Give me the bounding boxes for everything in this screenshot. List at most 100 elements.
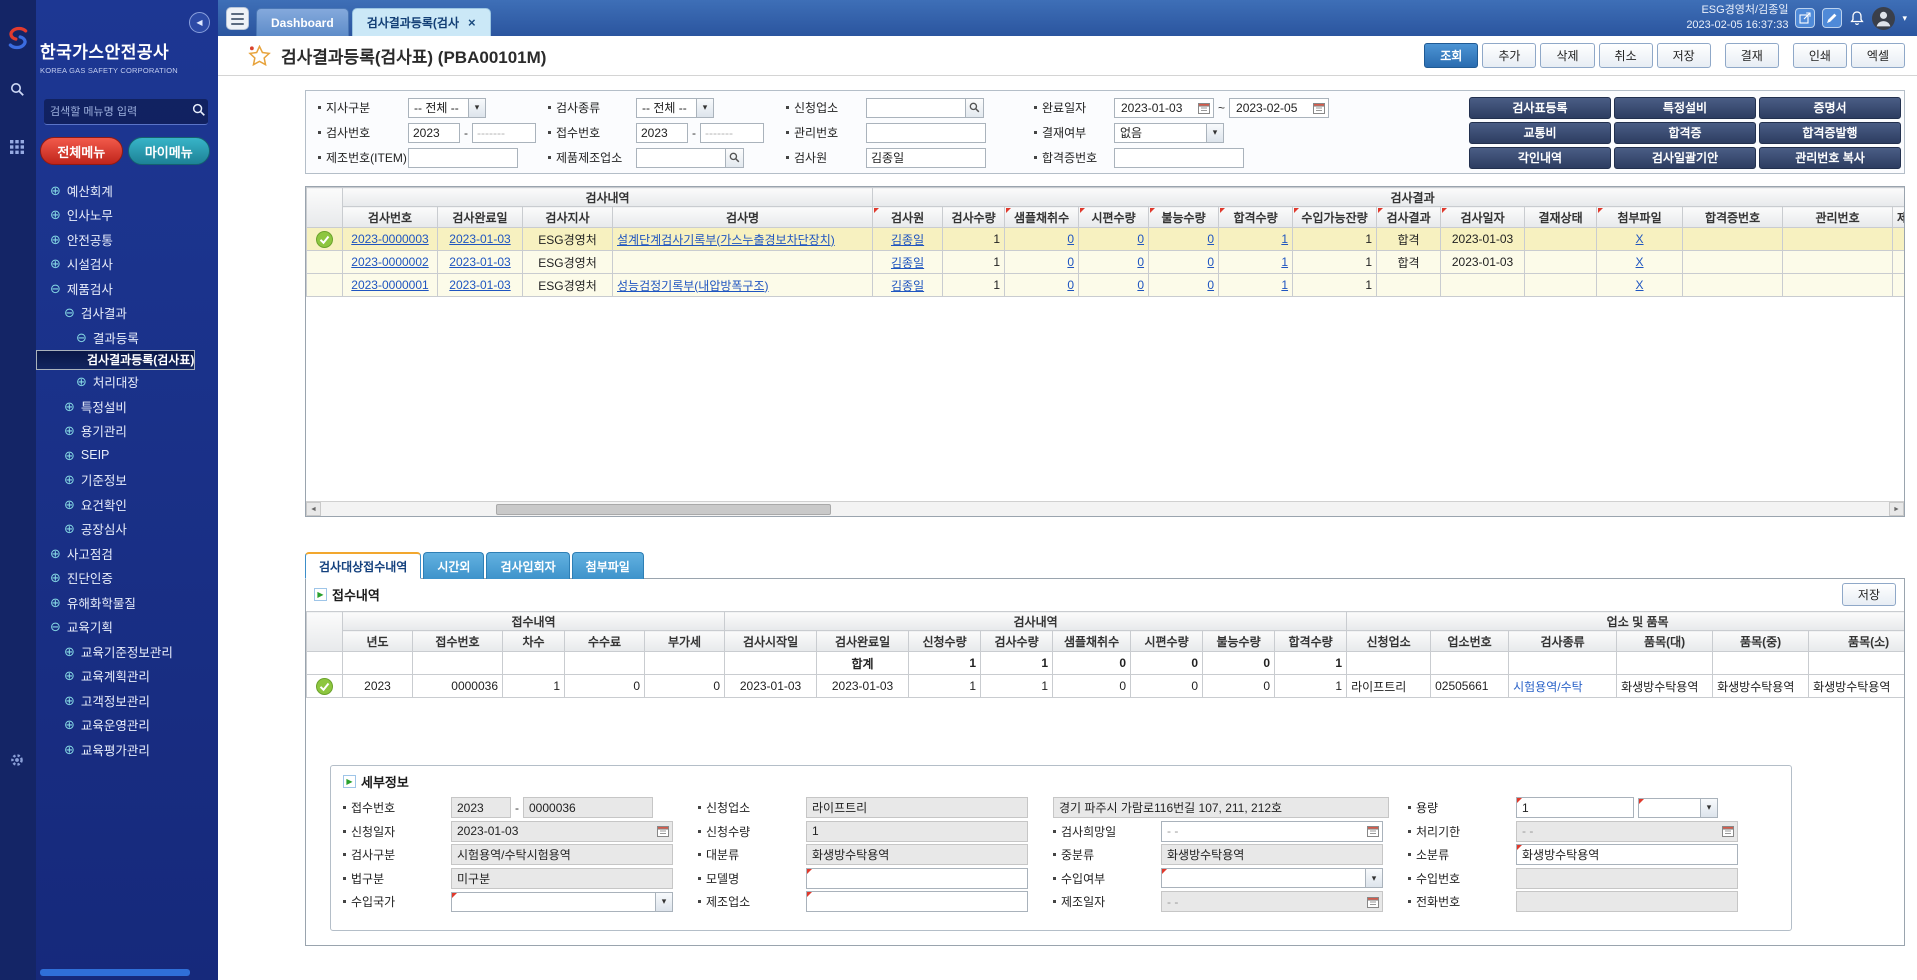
inspection-no-serial-input[interactable]	[472, 123, 536, 143]
manufacturer-input[interactable]	[636, 148, 726, 168]
filter-action-button[interactable]: 관리번호 복사	[1759, 147, 1901, 169]
grid-link[interactable]: 1	[1281, 255, 1288, 269]
save-button[interactable]: 저장	[1657, 43, 1711, 68]
filter-action-button[interactable]: 증명서	[1759, 97, 1901, 119]
column-header[interactable]: 첨부파일	[1597, 207, 1683, 228]
detail-cat-small-input[interactable]: 화생방수탁용역	[1516, 844, 1738, 865]
search-icon[interactable]	[10, 82, 25, 100]
receipt-save-button[interactable]: 저장	[1842, 583, 1896, 606]
column-header[interactable]: 신청수량	[909, 631, 981, 652]
inspection-no-year-input[interactable]	[408, 123, 460, 143]
expand-plus-icon[interactable]: ⊕	[64, 498, 75, 511]
expand-plus-icon[interactable]: ⊕	[50, 257, 61, 270]
grid-link[interactable]: 0	[1137, 278, 1144, 292]
grid-link[interactable]: 0	[1137, 255, 1144, 269]
sidebar-item[interactable]: ⊖제품검사	[36, 276, 218, 301]
sidebar-scrollbar-thumb[interactable]	[40, 969, 190, 976]
favorite-star-icon[interactable]	[248, 45, 271, 66]
sidebar-item[interactable]: ⊕공장심사	[36, 517, 218, 542]
expand-plus-icon[interactable]: ⊕	[76, 375, 87, 388]
grid-link[interactable]: 1	[1281, 232, 1288, 246]
sidebar-item[interactable]: ⊕요건확인	[36, 492, 218, 517]
collapse-minus-icon[interactable]: ⊖	[50, 620, 61, 633]
collapse-minus-icon[interactable]: ⊖	[76, 331, 87, 344]
avatar[interactable]	[1872, 7, 1895, 30]
sidebar-item[interactable]: ⊕교육기준정보관리	[36, 639, 218, 664]
table-row[interactable]: 합계110001	[307, 652, 1905, 675]
column-header[interactable]: 검사결과	[1377, 207, 1441, 228]
sidebar-item[interactable]: ⊕예산회계	[36, 178, 218, 203]
tab-active[interactable]: 검사결과등록(검사×	[352, 8, 491, 36]
column-header[interactable]: 시편수량	[1131, 631, 1203, 652]
sidebar-item[interactable]: ⊕고객정보관리	[36, 688, 218, 713]
sidebar-item[interactable]: ⊕교육계획관리	[36, 664, 218, 689]
expand-plus-icon[interactable]: ⊕	[50, 571, 61, 584]
sidebar-item[interactable]: ⊕기준정보	[36, 468, 218, 493]
collapse-minus-icon[interactable]: ⊖	[50, 282, 61, 295]
sidebar-item[interactable]: ⊖결과등록	[36, 325, 218, 350]
grid-link[interactable]: 김종일	[891, 233, 924, 247]
expand-plus-icon[interactable]: ⊕	[64, 449, 75, 462]
column-header[interactable]: 수수료	[565, 631, 645, 652]
sidebar-item[interactable]: ⊕교육평가관리	[36, 737, 218, 762]
column-header[interactable]: 검사번호	[343, 207, 438, 228]
column-header[interactable]: 불능수량	[1203, 631, 1275, 652]
applicant-input[interactable]	[866, 98, 966, 118]
all-menu-button[interactable]: 전체메뉴	[40, 137, 123, 165]
search-icon[interactable]	[966, 98, 984, 118]
scrollbar-thumb[interactable]	[496, 504, 831, 515]
grid-link[interactable]: 0	[1067, 232, 1074, 246]
column-header[interactable]: 신청업소	[1347, 631, 1431, 652]
row-select-cell[interactable]	[307, 652, 343, 675]
expand-plus-icon[interactable]: ⊕	[50, 596, 61, 609]
open-new-window-icon[interactable]	[1795, 8, 1815, 28]
grid-link[interactable]: 성능검정기록부(내압방폭구조)	[617, 279, 769, 293]
column-header[interactable]: 샘플채취수	[1053, 631, 1131, 652]
grid-link[interactable]: 2023-0000002	[351, 255, 428, 269]
column-header[interactable]: 검사수량	[981, 631, 1053, 652]
column-header[interactable]: 불능수량	[1149, 207, 1219, 228]
expand-plus-icon[interactable]: ⊕	[64, 645, 75, 658]
horizontal-scrollbar[interactable]: ◄ ►	[306, 501, 1904, 516]
column-header[interactable]: 합격증번호	[1683, 207, 1783, 228]
grid-link[interactable]: 0	[1207, 255, 1214, 269]
complete-date-from[interactable]: 2023-01-03	[1114, 98, 1214, 118]
sidebar-collapse-button[interactable]: ◀	[189, 12, 210, 33]
sidebar-item[interactable]: ⊕처리대장	[36, 370, 218, 395]
sidebar-item[interactable]: 검사결과등록(검사표)	[36, 350, 195, 370]
column-header[interactable]: 샘플채취수	[1005, 207, 1079, 228]
sidebar-item[interactable]: ⊕인사노무	[36, 203, 218, 228]
column-header[interactable]: 결재상태	[1525, 207, 1597, 228]
approval-select[interactable]: 없음 ▾	[1114, 123, 1224, 143]
branch-select[interactable]: -- 전체 -- ▾	[408, 98, 486, 118]
row-select-cell[interactable]	[307, 675, 343, 698]
column-header[interactable]: 품목(소)	[1809, 631, 1904, 652]
detail-import-country-select[interactable]: ▾	[451, 892, 673, 912]
column-header[interactable]: 품목(중)	[1713, 631, 1809, 652]
grid-link[interactable]: X	[1636, 278, 1644, 292]
grid-link[interactable]: 2023-0000003	[351, 232, 428, 246]
complete-date-to[interactable]: 2023-02-05	[1229, 98, 1329, 118]
search-icon[interactable]	[726, 148, 744, 168]
filter-action-button[interactable]: 합격증발행	[1759, 122, 1901, 144]
column-header[interactable]: 검사원	[873, 207, 943, 228]
column-header[interactable]: 검사명	[613, 207, 873, 228]
sidebar-item[interactable]: ⊕SEIP	[36, 443, 218, 468]
column-header[interactable]: 접수번호	[413, 631, 503, 652]
sub-tab[interactable]: 검사대상접수내역	[305, 552, 421, 579]
calendar-icon[interactable]	[657, 825, 669, 837]
grid-link[interactable]: X	[1636, 255, 1644, 269]
column-header[interactable]: 제	[1893, 207, 1905, 228]
notifications-bell-icon[interactable]	[1849, 10, 1865, 27]
grid-link[interactable]: 2023-01-03	[449, 255, 510, 269]
close-icon[interactable]: ×	[468, 15, 476, 30]
calendar-icon[interactable]	[1367, 825, 1379, 837]
detail-hope-date-input[interactable]: - -	[1161, 821, 1383, 842]
column-header[interactable]: 검사지사	[523, 207, 613, 228]
calendar-icon[interactable]	[1198, 102, 1210, 114]
detail-capacity-unit-select[interactable]: ▾	[1638, 798, 1718, 818]
receipt-no-serial-input[interactable]	[700, 123, 764, 143]
collapse-minus-icon[interactable]: ⊖	[64, 306, 75, 319]
expand-plus-icon[interactable]: ⊕	[64, 718, 75, 731]
table-row[interactable]: 202300000361002023-01-032023-01-03110001…	[307, 675, 1905, 698]
